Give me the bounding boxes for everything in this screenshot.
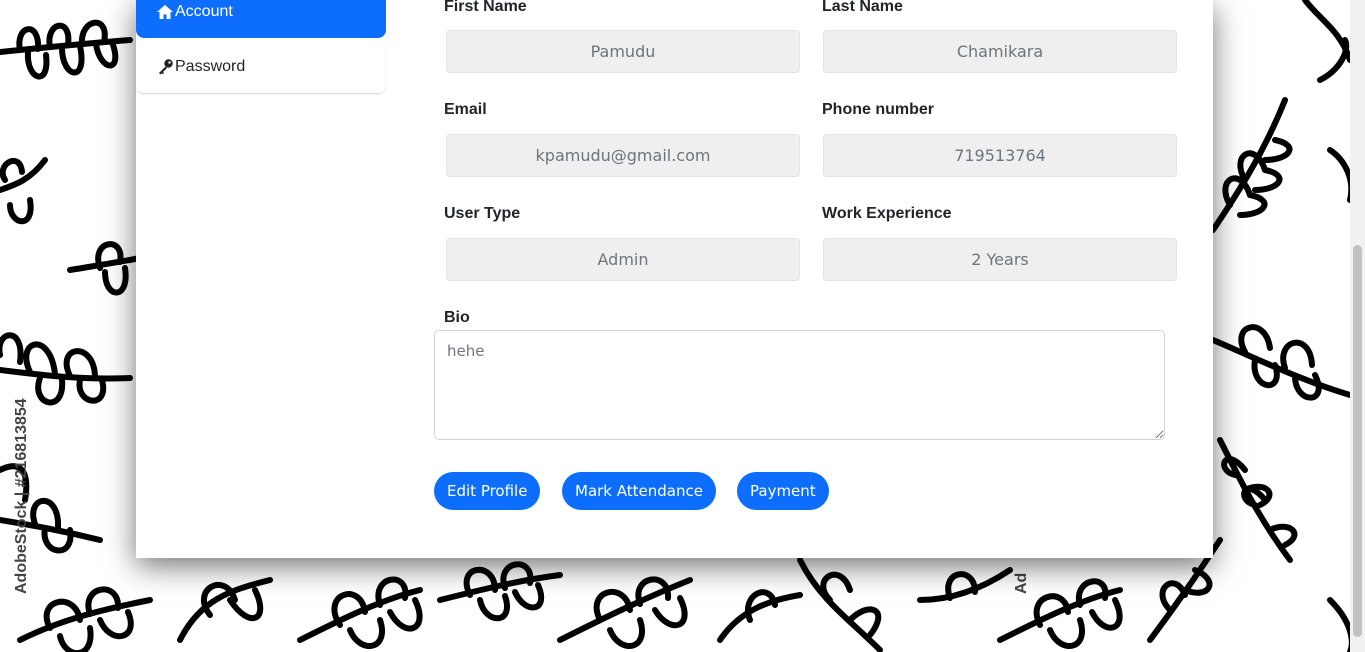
sidebar-item-label: Account	[175, 3, 233, 20]
first-name-field[interactable]	[446, 30, 800, 73]
sidebar-item-account[interactable]: Account	[136, 0, 386, 38]
email-field[interactable]	[446, 134, 800, 177]
mark-attendance-button[interactable]: Mark Attendance	[562, 472, 716, 510]
last-name-label: Last Name	[822, 0, 903, 15]
edit-profile-button[interactable]: Edit Profile	[434, 472, 541, 510]
user-type-field[interactable]	[446, 238, 800, 281]
home-icon	[156, 3, 174, 21]
watermark-text: AdobeStock | #216813854	[13, 398, 30, 594]
bio-textarea[interactable]: hehe	[434, 330, 1165, 440]
last-name-field[interactable]	[823, 30, 1177, 73]
payment-button[interactable]: Payment	[737, 472, 829, 510]
bio-label: Bio	[444, 309, 470, 326]
user-type-label: User Type	[444, 205, 521, 222]
watermark-text-partial: Ad	[1013, 572, 1030, 594]
page-scrollbar[interactable]	[1350, 0, 1365, 652]
work-experience-field[interactable]	[823, 238, 1177, 281]
work-experience-label: Work Experience	[822, 205, 952, 222]
sidebar-item-label: Password	[175, 57, 246, 75]
first-name-label: First Name	[444, 0, 527, 15]
phone-number-field[interactable]	[823, 134, 1177, 177]
email-label: Email	[444, 101, 487, 118]
profile-card: Account Password First Name Last Name Em…	[136, 0, 1213, 558]
key-icon	[156, 58, 174, 76]
scrollbar-thumb[interactable]	[1353, 245, 1362, 637]
phone-number-label: Phone number	[822, 101, 935, 118]
sidebar-item-password[interactable]: Password	[136, 40, 386, 94]
